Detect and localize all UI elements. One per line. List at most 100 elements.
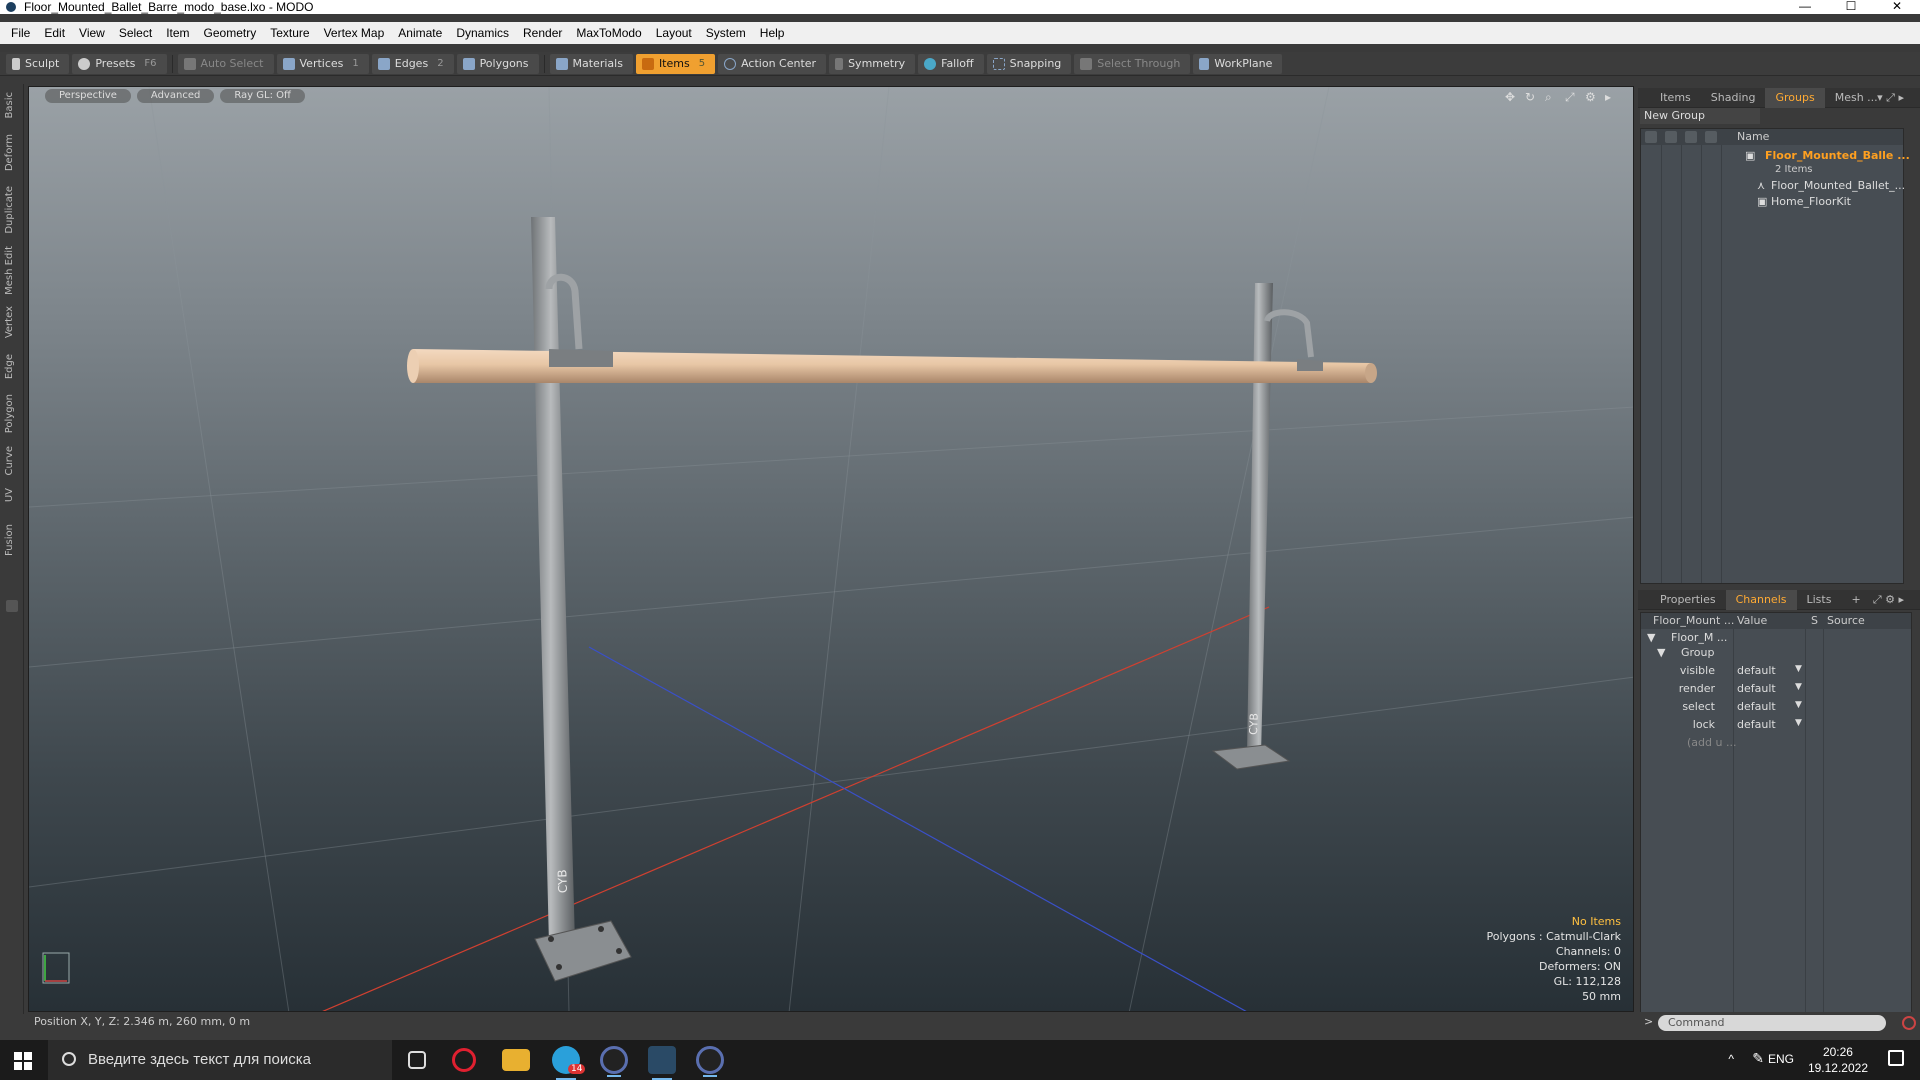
pan-icon[interactable]: ✥: [1505, 91, 1517, 103]
menu-help[interactable]: Help: [753, 26, 792, 40]
tab-items[interactable]: Items: [1650, 88, 1701, 108]
new-group-button[interactable]: New Group: [1640, 108, 1760, 124]
task-view-icon[interactable]: [408, 1051, 426, 1069]
tab-curve[interactable]: Curve: [4, 446, 20, 476]
advanced-button[interactable]: Advanced: [136, 89, 215, 103]
tab-properties[interactable]: Properties: [1650, 590, 1726, 610]
expand-arrow-icon[interactable]: ▼: [1647, 631, 1655, 644]
tab-shading[interactable]: Shading: [1701, 88, 1766, 108]
lock-icon[interactable]: [1685, 131, 1697, 143]
record-icon[interactable]: [1902, 1016, 1916, 1030]
raygl-button[interactable]: Ray GL: Off: [220, 89, 305, 103]
chan-value[interactable]: default: [1737, 682, 1797, 695]
menu-animate[interactable]: Animate: [391, 26, 449, 40]
symmetry-button[interactable]: Symmetry: [829, 53, 916, 74]
dropdown-arrow-icon[interactable]: ▼: [1795, 682, 1802, 692]
menu-view[interactable]: View: [72, 26, 112, 40]
menu-maxtomodo[interactable]: MaxToModo: [569, 26, 648, 40]
rotate-icon[interactable]: ↻: [1525, 91, 1537, 103]
select-through-button[interactable]: Select Through: [1074, 53, 1191, 74]
snapping-button[interactable]: Snapping: [986, 53, 1072, 74]
menu-vertex-map[interactable]: Vertex Map: [317, 26, 392, 40]
chan-value[interactable]: default: [1737, 700, 1797, 713]
settings-icon[interactable]: ⚙: [1585, 91, 1597, 103]
dropdown-arrow-icon[interactable]: ▼: [1795, 664, 1802, 674]
app-icon-2[interactable]: [696, 1046, 724, 1077]
polygons-button[interactable]: Polygons: [456, 53, 539, 74]
render-icon[interactable]: [1665, 131, 1677, 143]
view-mode-button[interactable]: Perspective: [45, 89, 131, 103]
menu-select[interactable]: Select: [112, 26, 159, 40]
app-icon-1[interactable]: [600, 1046, 628, 1077]
items-button[interactable]: Items 5: [635, 53, 716, 74]
menu-dynamics[interactable]: Dynamics: [449, 26, 516, 40]
windows-start-icon[interactable]: [14, 1052, 32, 1070]
presets-button[interactable]: Presets F6: [72, 53, 167, 74]
panel-expand-icon[interactable]: ▾ ⤢ ▸: [1867, 88, 1914, 108]
tab-deform[interactable]: Deform: [4, 134, 20, 171]
menu-edit[interactable]: Edit: [37, 26, 72, 40]
tab-edge[interactable]: Edge: [4, 354, 20, 379]
tab-fusion[interactable]: Fusion: [4, 524, 20, 556]
vertices-button[interactable]: Vertices 1: [276, 53, 369, 74]
expand-tabs-icon[interactable]: [6, 600, 18, 612]
visibility-eye-icon[interactable]: [1645, 131, 1657, 143]
notification-icon[interactable]: [1888, 1050, 1904, 1066]
pen-icon[interactable]: ✎: [1752, 1050, 1764, 1067]
chan-row-select[interactable]: select default ▼: [1641, 700, 1911, 715]
group-item-selected[interactable]: Floor_Mounted_Balle ...: [1765, 149, 1910, 162]
close-button[interactable]: ✕: [1874, 0, 1920, 14]
expand-arrow-icon[interactable]: ▸: [1605, 91, 1617, 103]
chan-row-add-user[interactable]: (add u ...: [1641, 736, 1911, 751]
chan-row-visible[interactable]: visible default ▼: [1641, 664, 1911, 679]
menu-render[interactable]: Render: [516, 26, 569, 40]
fit-icon[interactable]: ⤢: [1565, 91, 1577, 103]
chan-row-lock[interactable]: lock default ▼: [1641, 718, 1911, 733]
language-indicator[interactable]: ENG: [1768, 1052, 1794, 1066]
menu-texture[interactable]: Texture: [263, 26, 316, 40]
materials-button[interactable]: Materials: [549, 53, 633, 74]
chan-group-row[interactable]: ▼ Group: [1641, 646, 1911, 661]
clock[interactable]: 20:26 19.12.2022: [1808, 1044, 1868, 1076]
menu-system[interactable]: System: [699, 26, 753, 40]
tab-vertex[interactable]: Vertex: [4, 306, 20, 338]
tab-uv[interactable]: UV: [4, 488, 20, 502]
opera-icon[interactable]: [452, 1048, 476, 1072]
tab-lists[interactable]: Lists: [1797, 590, 1842, 610]
modo-taskbar-icon[interactable]: [648, 1046, 676, 1080]
command-input[interactable]: Command: [1658, 1015, 1886, 1031]
tab-groups[interactable]: Groups: [1765, 87, 1825, 108]
auto-select-button[interactable]: Auto Select: [177, 53, 274, 74]
tab-channels[interactable]: Channels: [1725, 589, 1797, 610]
chan-value[interactable]: default: [1737, 664, 1797, 677]
maximize-button[interactable]: ☐: [1828, 0, 1874, 14]
action-center-button[interactable]: Action Center: [718, 53, 827, 74]
tab-polygon[interactable]: Polygon: [4, 394, 20, 433]
chan-root-row[interactable]: ▼ Floor_M ...: [1641, 631, 1911, 646]
select-icon[interactable]: [1705, 131, 1717, 143]
tab-mesh-edit[interactable]: Mesh Edit: [4, 246, 20, 295]
panel-expand-icon[interactable]: ⤢ ⚙ ▸: [1863, 590, 1914, 610]
menu-file[interactable]: File: [4, 26, 37, 40]
taskbar-search-box[interactable]: Введите здесь текст для поиска: [48, 1040, 392, 1080]
falloff-button[interactable]: Falloff: [918, 53, 984, 74]
chan-row-render[interactable]: render default ▼: [1641, 682, 1911, 697]
tab-basic[interactable]: Basic: [4, 92, 20, 118]
expand-arrow-icon[interactable]: ▼: [1657, 646, 1665, 659]
tab-duplicate[interactable]: Duplicate: [4, 186, 20, 234]
3d-viewport[interactable]: CYB CYB Perspective Advanced Ray GL: Off: [28, 86, 1634, 1012]
workplane-button[interactable]: WorkPlane: [1193, 53, 1283, 74]
group-child-mesh[interactable]: Floor_Mounted_Ballet_...: [1771, 179, 1905, 192]
dropdown-arrow-icon[interactable]: ▼: [1795, 700, 1802, 710]
menu-layout[interactable]: Layout: [649, 26, 699, 40]
dropdown-arrow-icon[interactable]: ▼: [1795, 718, 1802, 728]
menu-geometry[interactable]: Geometry: [197, 26, 264, 40]
menu-item[interactable]: Item: [159, 26, 196, 40]
file-explorer-icon[interactable]: [502, 1049, 530, 1071]
sculpt-button[interactable]: Sculpt: [6, 53, 70, 74]
group-child-floorkit[interactable]: Home_FloorKit: [1771, 195, 1851, 208]
minimize-button[interactable]: —: [1782, 0, 1828, 14]
edges-button[interactable]: Edges 2: [371, 53, 454, 74]
zoom-icon[interactable]: ⌕: [1545, 91, 1557, 103]
chan-value[interactable]: default: [1737, 718, 1797, 731]
